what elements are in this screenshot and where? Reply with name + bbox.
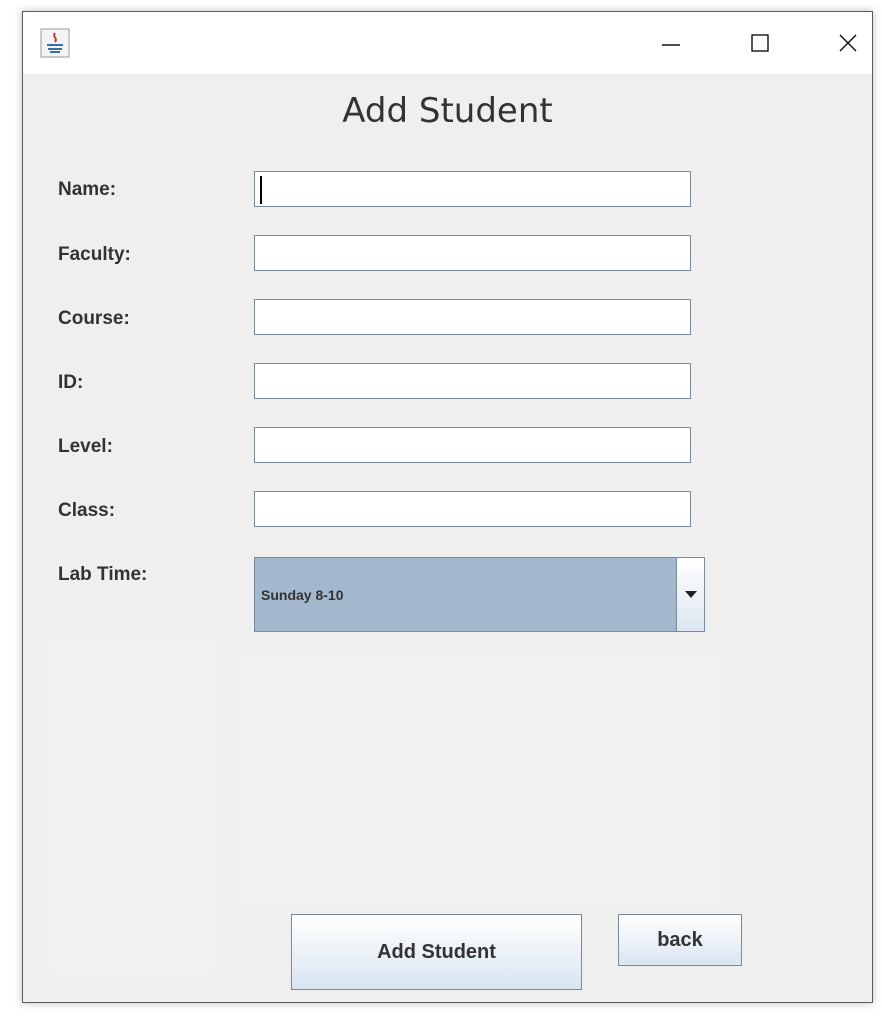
title-bar — [23, 12, 872, 74]
text-caret — [260, 176, 262, 204]
level-label: Level: — [58, 436, 113, 457]
lab-time-selected: Sunday 8-10 — [261, 586, 344, 603]
course-field[interactable] — [254, 299, 691, 335]
class-label: Class: — [58, 500, 116, 521]
faculty-label: Faculty: — [58, 244, 131, 265]
java-app-icon — [40, 28, 70, 58]
class-field[interactable] — [254, 491, 691, 527]
id-label: ID: — [58, 372, 84, 393]
maximize-icon — [751, 34, 769, 52]
form-title: Add Student — [342, 91, 553, 131]
minimize-icon — [662, 44, 680, 46]
level-field[interactable] — [254, 427, 691, 463]
close-icon — [839, 34, 857, 52]
faculty-field[interactable] — [254, 235, 691, 271]
chevron-down-icon — [684, 590, 697, 598]
id-field[interactable] — [254, 363, 691, 399]
name-label: Name: — [58, 179, 117, 200]
course-label: Course: — [58, 308, 130, 329]
minimize-button[interactable] — [640, 12, 702, 74]
maximize-button[interactable] — [729, 12, 791, 74]
empty-panel-left — [49, 638, 214, 974]
empty-panel-center — [236, 652, 723, 902]
close-button[interactable] — [817, 12, 879, 74]
add-student-window: Add Student Name: Faculty: Course: ID: L… — [22, 11, 873, 1003]
dropdown-arrow-button[interactable] — [676, 558, 704, 631]
back-button[interactable]: back — [618, 914, 742, 966]
lab-time-dropdown[interactable]: Sunday 8-10 — [254, 557, 705, 632]
lab-time-label: Lab Time: — [58, 564, 148, 585]
name-field[interactable] — [254, 171, 691, 207]
add-student-button[interactable]: Add Student — [291, 914, 582, 990]
